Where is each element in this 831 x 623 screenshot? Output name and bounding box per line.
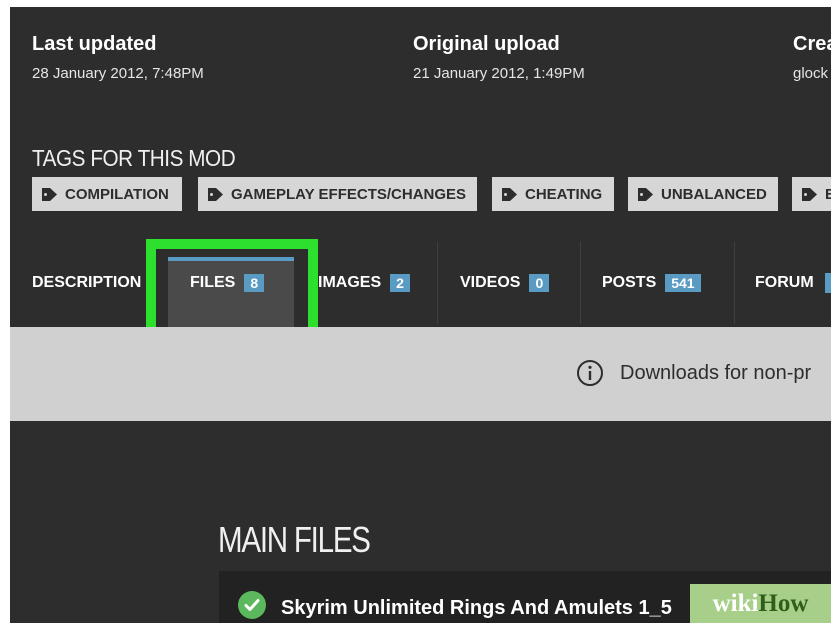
check-icon xyxy=(238,591,266,619)
tag-partial[interactable]: E xyxy=(792,177,831,211)
last-updated-block: Last updated 28 January 2012, 7:48PM xyxy=(32,33,204,82)
tag-label: CHEATING xyxy=(525,185,603,203)
tab-divider xyxy=(437,242,438,324)
tag-gameplay-effects-changes[interactable]: GAMEPLAY EFFECTS/CHANGES xyxy=(198,177,477,211)
file-name[interactable]: Skyrim Unlimited Rings And Amulets 1_5 xyxy=(281,597,672,620)
original-upload-block: Original upload 21 January 2012, 1:49PM xyxy=(413,33,585,82)
tag-label: E xyxy=(825,185,831,203)
tab-label: POSTS xyxy=(602,274,657,291)
mod-page: Last updated 28 January 2012, 7:48PM Ori… xyxy=(10,7,831,623)
created-by-value[interactable]: glock xyxy=(793,65,831,82)
tag-icon xyxy=(42,187,57,201)
tags-heading: TAGS FOR THIS MOD xyxy=(32,145,236,171)
tab-description[interactable]: DESCRIPTION xyxy=(32,242,141,324)
notice-content: Downloads for non-pr xyxy=(576,359,811,387)
tab-images[interactable]: IMAGES 2 xyxy=(318,242,418,324)
original-upload-label: Original upload xyxy=(413,33,560,55)
created-by-block: Crea glock xyxy=(793,33,831,82)
created-by-label: Crea xyxy=(793,33,831,55)
tab-divider xyxy=(580,242,581,324)
tag-label: COMPILATION xyxy=(65,185,169,203)
tag-icon xyxy=(208,187,223,201)
tab-label: FORUM xyxy=(755,274,814,291)
tab-count-badge xyxy=(824,273,831,293)
tag-label: UNBALANCED xyxy=(661,185,767,203)
watermark-part2: How xyxy=(758,589,809,617)
tab-count-badge: 0 xyxy=(529,274,550,292)
tag-cheating[interactable]: CHEATING xyxy=(492,177,614,211)
info-icon xyxy=(577,360,603,386)
watermark-part1: wiki xyxy=(712,589,759,617)
notice-text: Downloads for non-pr xyxy=(620,361,812,384)
tag-icon xyxy=(502,187,517,201)
tab-videos[interactable]: VIDEOS 0 xyxy=(460,242,550,324)
tab-count-badge: 541 xyxy=(665,274,701,292)
tab-label: IMAGES xyxy=(318,274,382,291)
tag-icon xyxy=(802,187,817,201)
tag-unbalanced[interactable]: UNBALANCED xyxy=(628,177,778,211)
main-files-heading: MAIN FILES xyxy=(218,519,371,560)
tag-compilation[interactable]: COMPILATION xyxy=(32,177,182,211)
last-updated-label: Last updated xyxy=(32,33,157,55)
files-tab-highlight xyxy=(146,239,318,339)
tab-posts[interactable]: POSTS 541 xyxy=(602,242,701,324)
tab-label: VIDEOS xyxy=(460,274,521,291)
wikihow-watermark: wiki How xyxy=(690,584,831,623)
tag-icon xyxy=(638,187,653,201)
tab-divider xyxy=(734,242,735,324)
tab-label: DESCRIPTION xyxy=(32,274,142,291)
tab-count-badge: 2 xyxy=(390,274,410,292)
last-updated-value: 28 January 2012, 7:48PM xyxy=(32,65,204,82)
tab-forum[interactable]: FORUM xyxy=(755,242,831,324)
tag-label: GAMEPLAY EFFECTS/CHANGES xyxy=(231,185,467,203)
original-upload-value: 21 January 2012, 1:49PM xyxy=(413,65,585,82)
